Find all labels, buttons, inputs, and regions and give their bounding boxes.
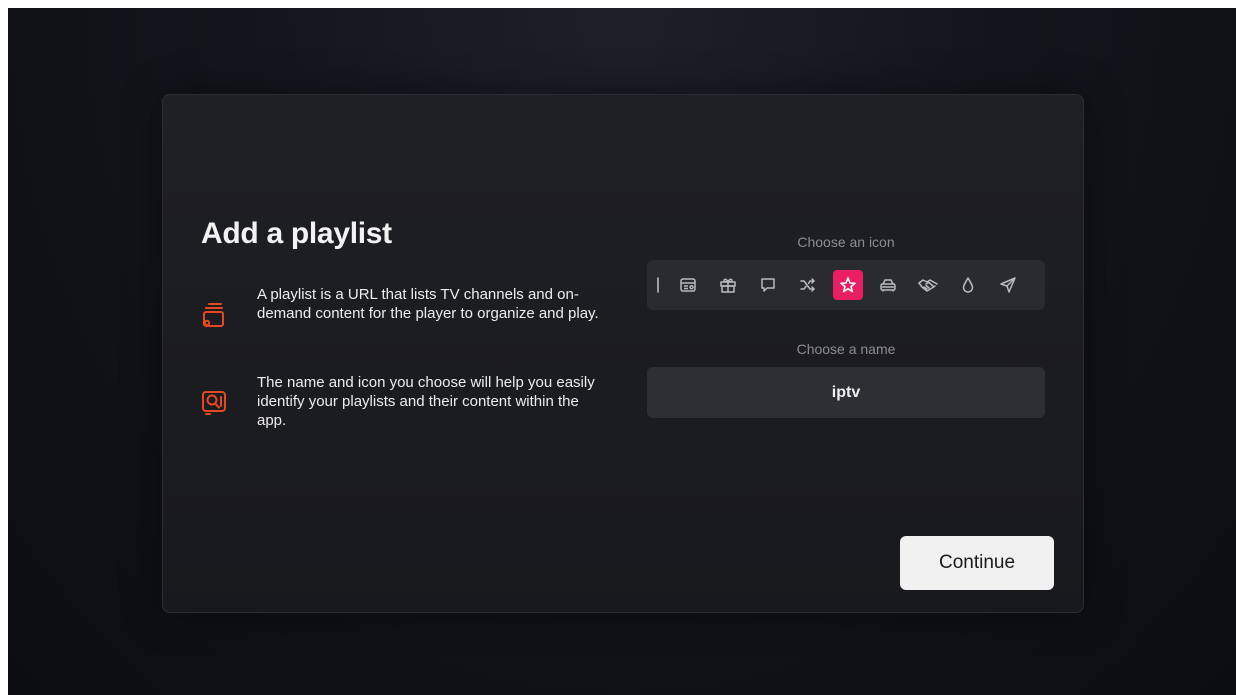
playlist-settings: Choose an icon Choose a name iptv xyxy=(647,233,1045,418)
search-list-icon xyxy=(201,373,241,433)
continue-button[interactable]: Continue xyxy=(900,536,1054,590)
playlist-name-input[interactable] xyxy=(647,367,1045,418)
shuffle-icon[interactable] xyxy=(793,270,823,300)
car-icon[interactable] xyxy=(873,270,903,300)
add-playlist-dialog: Add a playlist A playlist is a URL that … xyxy=(162,94,1084,613)
water-drop-icon[interactable] xyxy=(953,270,983,300)
choose-icon-label: Choose an icon xyxy=(797,234,895,250)
send-icon[interactable] xyxy=(993,270,1023,300)
choose-name-label: Choose a name xyxy=(796,341,896,357)
gift-icon[interactable] xyxy=(713,270,743,300)
info-text-playlist: A playlist is a URL that lists TV channe… xyxy=(257,286,599,322)
tv-screen: Add a playlist A playlist is a URL that … xyxy=(8,8,1236,695)
icon-picker-row xyxy=(647,270,1033,300)
info-item-playlist: A playlist is a URL that lists TV channe… xyxy=(201,285,601,345)
info-item-identify: The name and icon you choose will help y… xyxy=(201,373,601,433)
radio-icon[interactable] xyxy=(673,270,703,300)
chat-bubble-icon[interactable] xyxy=(753,270,783,300)
handshake-icon[interactable] xyxy=(913,270,943,300)
info-text-identify: The name and icon you choose will help y… xyxy=(257,374,595,429)
playlist-stack-icon xyxy=(201,285,241,345)
partial-icon[interactable] xyxy=(647,270,661,300)
icon-picker[interactable] xyxy=(647,260,1045,310)
star-icon[interactable] xyxy=(833,270,863,300)
page-title: Add a playlist xyxy=(201,217,392,250)
